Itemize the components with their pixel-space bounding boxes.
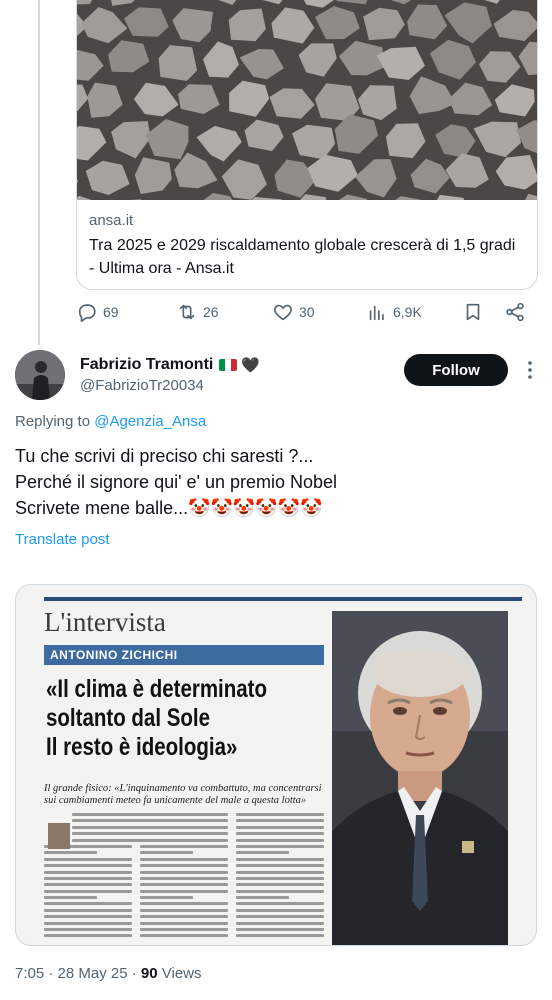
newspaper-kicker: L'intervista [44,607,166,637]
author-name-text: Fabrizio Tramonti [80,356,214,373]
views-icon [369,305,384,321]
headline-line-3: Il resto è ideologia» [46,733,238,761]
newspaper-author-photo [48,823,70,849]
replying-prefix: Replying to [15,413,91,430]
cracked-earth-image [77,0,537,200]
reply-button[interactable]: 69 [76,297,119,327]
bookmark-icon [466,303,480,321]
headline-line-1: «Il clima è determinato [46,675,268,703]
follow-button[interactable]: Follow [404,354,508,386]
reply-count: 69 [103,304,119,320]
like-count: 30 [299,304,315,320]
post-line-3: Scrivete mene balle...🤡🤡🤡🤡🤡🤡 [15,498,323,518]
newspaper-article: L'intervista ANTONINO ZICHICHI «Il clima… [44,605,328,945]
action-bar: 69 26 30 6,9K [76,297,538,327]
newspaper-body-columns [44,813,328,945]
bookmark-button[interactable] [462,297,484,327]
post-timestamp[interactable]: 7:05 · 28 May 25 · 90 Views [15,965,202,982]
newspaper-headline: «Il clima è determinato soltanto dal Sol… [46,675,277,762]
author-handle[interactable]: @FabrizioTr20034 [80,377,204,394]
attached-newspaper-image[interactable]: L'intervista ANTONINO ZICHICHI «Il clima… [15,584,537,946]
italy-flag-icon [219,359,238,371]
share-button[interactable] [504,297,526,327]
repost-button[interactable]: 26 [176,297,219,327]
like-button[interactable]: 30 [272,297,315,327]
newspaper-subhead: Il grande fisico: «L'inquinamento va com… [44,783,322,806]
post-line-2: Perché il signore qui' e' un premio Nobe… [15,472,338,492]
newspaper-portrait-photo [332,611,508,945]
replying-to-link[interactable]: @Agenzia_Ansa [94,413,206,430]
repost-count: 26 [203,304,219,320]
link-preview-card[interactable]: ansa.it Tra 2025 e 2029 riscaldamento gl… [76,0,538,290]
more-options-button[interactable] [520,358,540,382]
avatar[interactable] [15,350,65,400]
black-heart-icon: 🖤 [241,357,261,374]
newspaper-column-3 [236,813,324,945]
newspaper-byline-band: ANTONINO ZICHICHI [44,645,324,665]
author-name[interactable]: Fabrizio Tramonti 🖤 [80,356,260,374]
views-total: 90 [140,965,158,982]
share-icon [506,302,524,322]
newspaper-top-rule [44,597,522,601]
views-count: 6,9K [393,304,422,320]
repost-icon [179,304,195,320]
newspaper-column-2 [140,813,228,945]
post-line-1: Tu che scrivi di preciso chi saresti ?..… [15,446,314,466]
thread-line [38,0,40,345]
translate-post-link[interactable]: Translate post [15,531,110,548]
link-domain: ansa.it [89,212,134,229]
reply-icon [78,304,96,322]
views-label: Views [161,965,202,982]
views-button[interactable]: 6,9K [366,297,422,327]
replying-to: Replying to @Agenzia_Ansa [15,413,206,430]
post-text: Tu che scrivi di preciso chi saresti ?..… [15,443,535,521]
like-icon [274,304,292,321]
more-icon [528,361,532,379]
link-title: Tra 2025 e 2029 riscaldamento globale cr… [89,237,516,277]
headline-line-2: soltanto dal Sole [46,704,211,732]
timestamp-text: 7:05 · 28 May 25 · [15,965,137,982]
